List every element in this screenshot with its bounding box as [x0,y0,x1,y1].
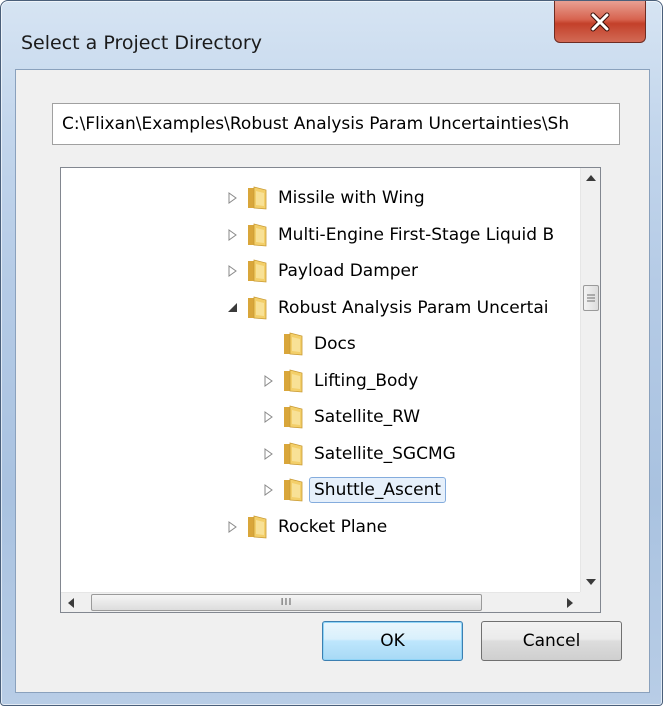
dialog-title: Select a Project Directory [21,32,262,54]
horizontal-scrollbar[interactable]: III [61,592,580,612]
tree-row[interactable]: Satellite_SGCMG [261,437,456,471]
folder-icon [281,405,305,429]
tree-row[interactable]: Docs [261,327,356,361]
tree-row-label: Satellite_SGCMG [314,443,456,464]
folder-icon [281,441,305,466]
tree-row-label: Rocket Plane [278,516,388,537]
expand-arrow-icon[interactable] [225,191,239,205]
folder-icon [245,186,269,210]
tree-row[interactable]: Rocket Plane [225,510,387,544]
scroll-down-icon[interactable] [581,572,600,592]
tree-row[interactable]: Payload Damper [225,254,418,288]
tree-row[interactable]: Satellite_RW [261,400,420,434]
folder-icon [245,222,269,247]
tree-row[interactable]: Multi-Engine First-Stage Liquid B [225,218,554,252]
expand-arrow-icon[interactable] [261,483,275,497]
folder-icon [281,368,305,393]
dialog-body: C:\Flixan\Examples\Robust Analysis Param… [15,69,650,693]
vertical-scrollbar[interactable] [580,168,600,592]
scrollbar-corner [580,592,600,612]
tree-row-label: Shuttle_Ascent [309,477,447,503]
scroll-left-icon[interactable] [61,593,81,612]
expand-arrow-icon[interactable] [225,228,239,242]
close-icon [589,12,611,32]
folder-icon [245,514,269,539]
tree-row-label: Missile with Wing [278,188,425,208]
tree-row[interactable]: Shuttle_Ascent [261,473,447,507]
folder-icon [245,259,269,283]
dialog-window: Select a Project Directory C:\Flixan\Exa… [0,0,663,706]
close-button[interactable] [554,1,646,43]
folder-icon [245,295,269,320]
tree-row-label: Payload Damper [278,261,419,281]
tree-row[interactable]: Lifting_Body [261,364,418,398]
collapse-arrow-icon[interactable] [225,301,239,315]
expand-arrow-icon[interactable] [225,520,239,534]
folder-tree-rows: Missile with Wing Multi-Engine First-Stag… [61,168,580,592]
tree-row-label: Multi-Engine First-Stage Liquid B [278,224,555,245]
scroll-up-icon[interactable] [581,168,600,188]
tree-row-label: Robust Analysis Param Uncertai [278,297,549,318]
folder-icon [281,332,305,356]
scroll-right-icon[interactable] [560,593,580,612]
tree-row[interactable]: Missile with Wing [225,181,425,215]
scroll-grip: III [280,597,293,608]
folder-tree[interactable]: Missile with Wing Multi-Engine First-Stag… [60,167,601,613]
cancel-button[interactable]: Cancel [481,621,622,661]
expand-arrow-icon[interactable] [261,410,275,424]
vertical-scroll-thumb[interactable] [583,285,599,311]
expand-arrow-icon[interactable] [225,264,239,278]
path-field[interactable]: C:\Flixan\Examples\Robust Analysis Param… [52,103,620,145]
expand-arrow-icon[interactable] [261,374,275,388]
tree-row[interactable]: Robust Analysis Param Uncertai [225,291,548,325]
folder-icon [281,478,305,502]
tree-row-label: Satellite_RW [314,407,421,427]
tree-row-label: Lifting_Body [314,370,419,391]
expand-arrow-icon[interactable] [261,447,275,461]
ok-button[interactable]: OK [322,621,463,661]
horizontal-scroll-thumb[interactable]: III [91,594,482,611]
tree-row-label: Docs [314,334,356,354]
